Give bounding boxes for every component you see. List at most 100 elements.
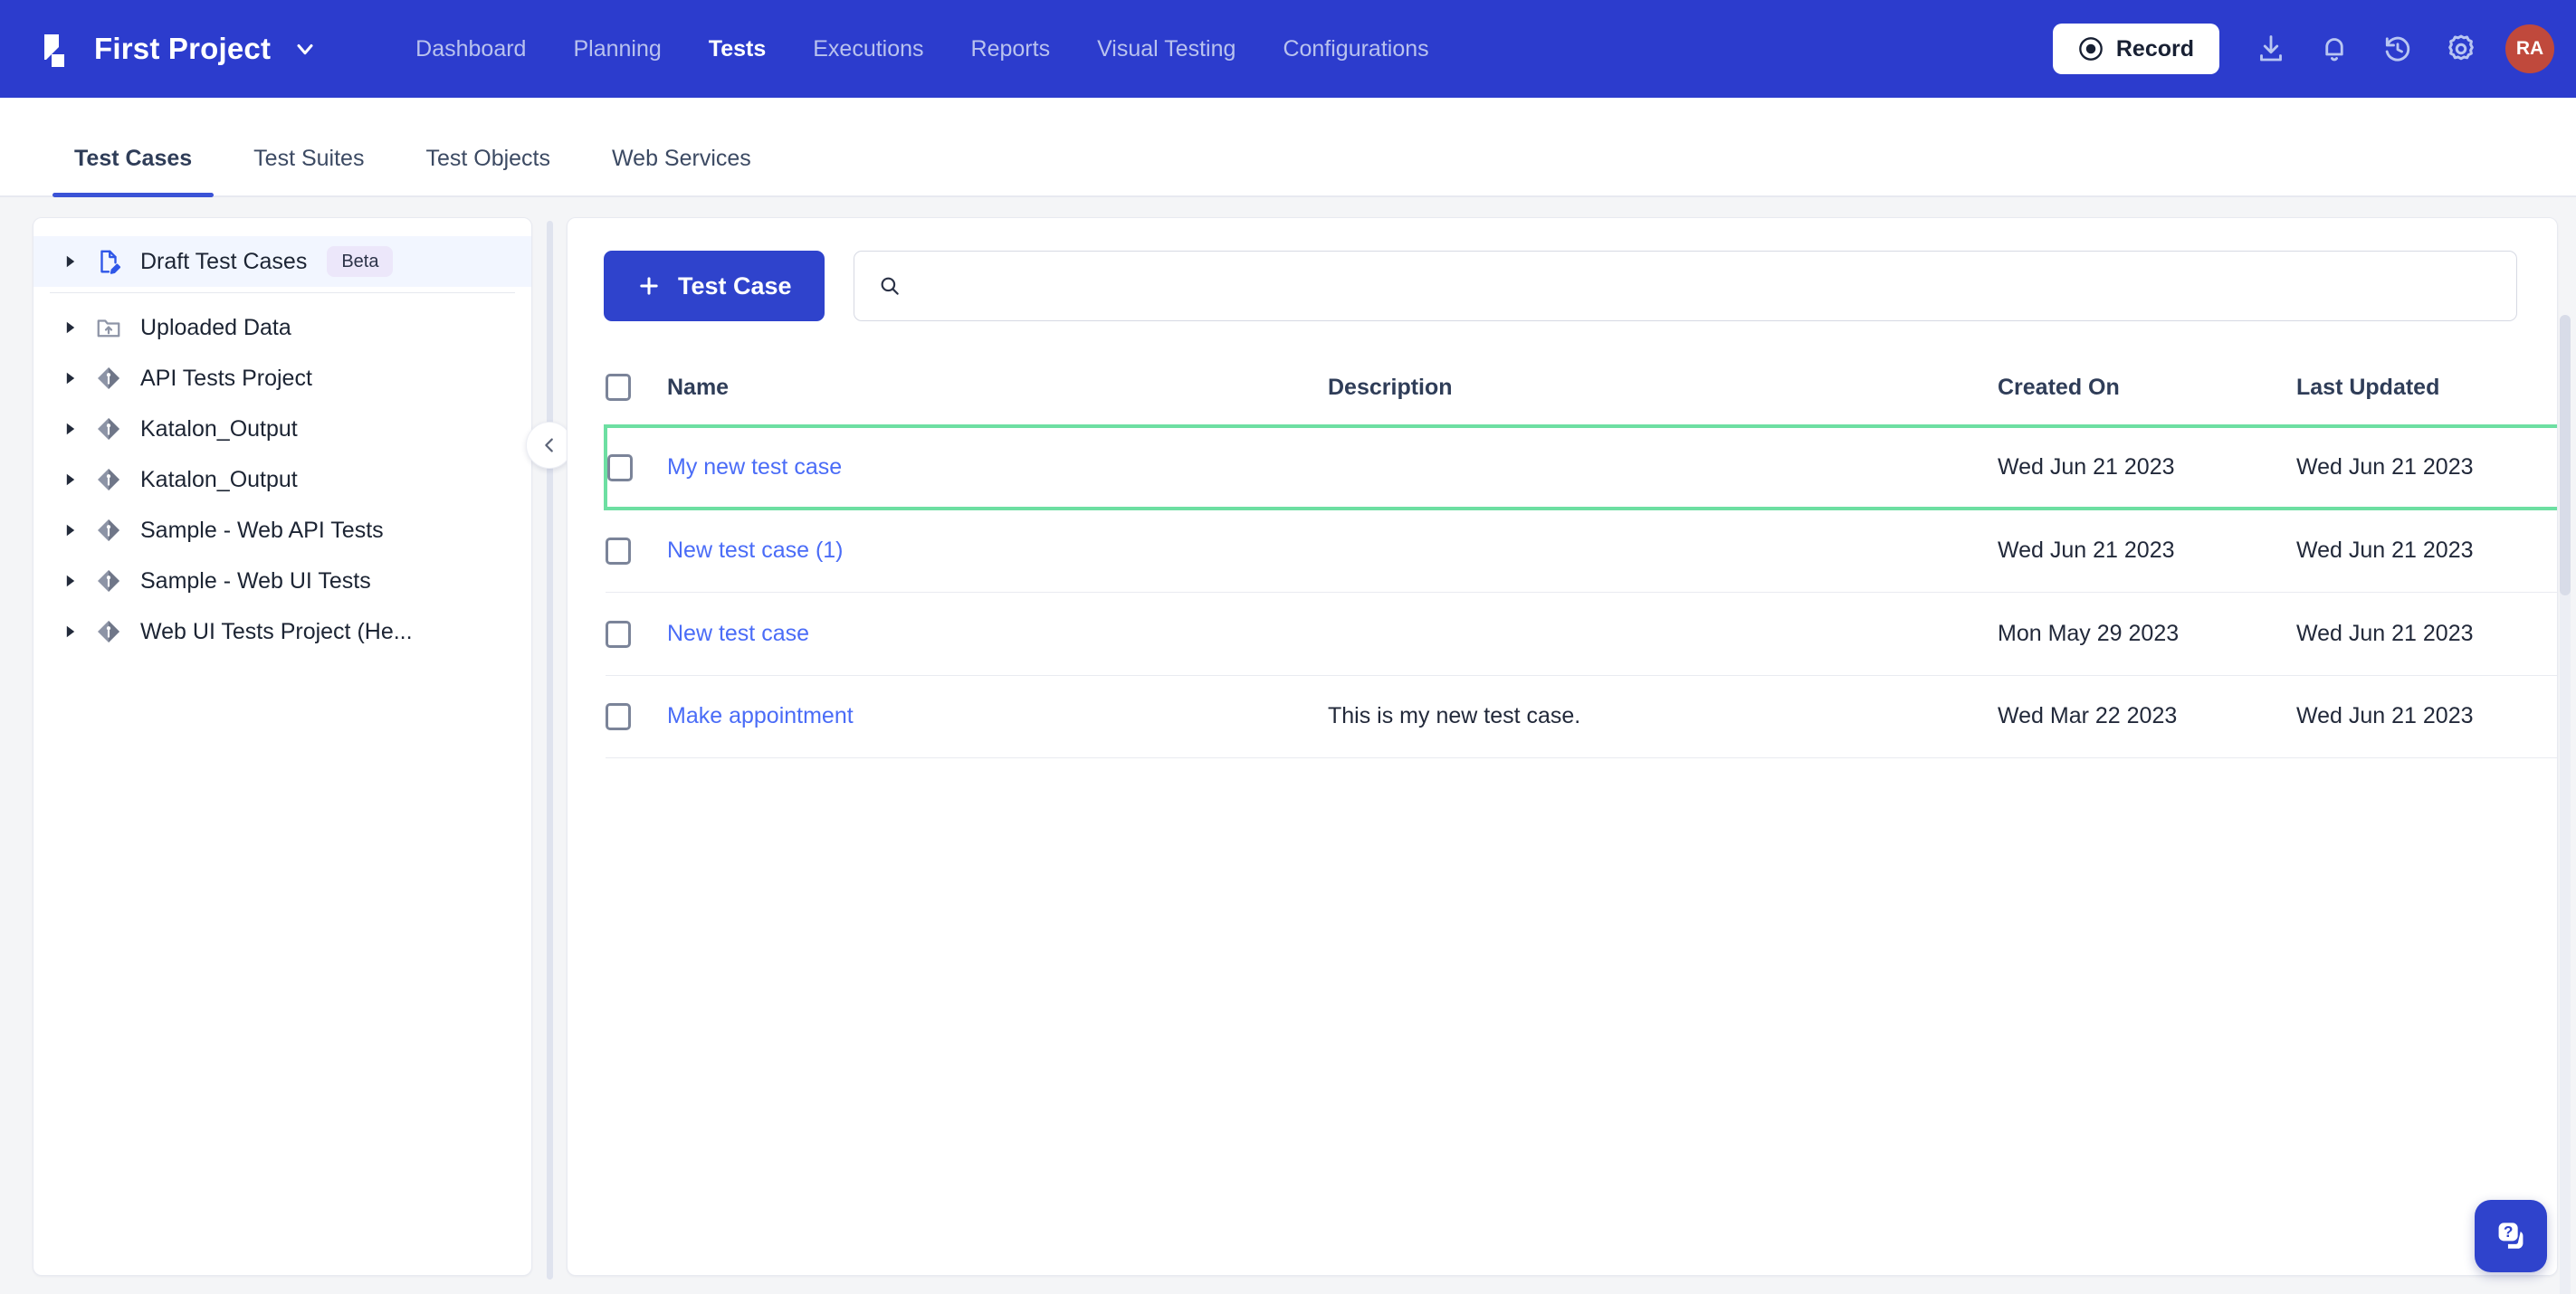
sidebar-tree-panel: Draft Test Cases Beta Uploaded Data API … bbox=[33, 217, 532, 1276]
expand-arrow-icon[interactable] bbox=[59, 372, 82, 385]
table-header-row: Name Description Created On Last Updated bbox=[606, 357, 2557, 427]
record-button[interactable]: Record bbox=[2052, 24, 2219, 74]
table-row[interactable]: My new test case Wed Jun 21 2023 Wed Jun… bbox=[604, 424, 2557, 510]
row-description-cell bbox=[1328, 592, 1998, 676]
row-description-cell bbox=[1328, 424, 1998, 510]
gear-icon[interactable] bbox=[2429, 17, 2493, 81]
row-last-updated-cell: Wed Jun 21 2023 bbox=[2296, 675, 2557, 758]
scrollbar-thumb[interactable] bbox=[2560, 315, 2571, 595]
sidebar-item-label: Uploaded Data bbox=[140, 314, 291, 340]
nav-item-reports[interactable]: Reports bbox=[948, 36, 1074, 62]
sidebar-divider bbox=[50, 292, 515, 293]
page-scrollbar[interactable] bbox=[2560, 315, 2571, 1294]
row-checkbox-cell bbox=[606, 592, 667, 676]
sidebar-resizer[interactable] bbox=[526, 217, 573, 1280]
project-gem-icon bbox=[88, 466, 129, 493]
sidebar-item-sample-web-ui-tests[interactable]: Sample - Web UI Tests bbox=[33, 556, 531, 606]
katalon-logo-icon[interactable] bbox=[31, 24, 80, 73]
sidebar-item-uploaded-data[interactable]: Uploaded Data bbox=[33, 302, 531, 353]
tab-test-cases[interactable]: Test Cases bbox=[52, 146, 215, 197]
sidebar-item-katalon-output-1[interactable]: Katalon_Output bbox=[33, 404, 531, 454]
expand-arrow-icon[interactable] bbox=[59, 255, 82, 268]
beta-badge: Beta bbox=[327, 246, 394, 277]
add-test-case-label: Test Case bbox=[678, 271, 792, 300]
file-edit-icon bbox=[88, 248, 129, 275]
search-icon bbox=[878, 274, 902, 298]
history-icon[interactable] bbox=[2366, 17, 2429, 81]
table-row[interactable]: New test case Mon May 29 2023 Wed Jun 21… bbox=[606, 592, 2557, 676]
nav-item-configurations[interactable]: Configurations bbox=[1259, 36, 1452, 62]
nav-item-planning[interactable]: Planning bbox=[549, 36, 684, 62]
row-last-updated-cell: Wed Jun 21 2023 bbox=[2296, 592, 2557, 676]
sidebar-item-label: Web UI Tests Project (He... bbox=[140, 618, 413, 644]
sidebar-item-label: Sample - Web API Tests bbox=[140, 517, 384, 543]
row-created-on-cell: Wed Mar 22 2023 bbox=[1998, 675, 2296, 758]
row-checkbox[interactable] bbox=[607, 453, 633, 481]
chevron-down-icon[interactable] bbox=[292, 36, 318, 62]
search-box[interactable] bbox=[853, 251, 2517, 321]
expand-arrow-icon[interactable] bbox=[59, 575, 82, 587]
row-created-on-cell: Wed Jun 21 2023 bbox=[1998, 508, 2296, 594]
chevron-left-icon bbox=[539, 435, 559, 455]
column-header-last-updated[interactable]: Last Updated bbox=[2296, 357, 2557, 427]
nav-item-visual-testing[interactable]: Visual Testing bbox=[1073, 36, 1259, 62]
nav-item-tests[interactable]: Tests bbox=[685, 36, 789, 62]
folder-upload-icon bbox=[88, 314, 129, 341]
test-case-link[interactable]: New test case (1) bbox=[667, 538, 844, 563]
column-header-created-on[interactable]: Created On bbox=[1998, 357, 2296, 427]
search-input[interactable] bbox=[915, 272, 2493, 300]
svg-text:?: ? bbox=[2504, 1223, 2514, 1241]
row-checkbox-cell bbox=[606, 508, 667, 594]
sidebar-item-draft-test-cases[interactable]: Draft Test Cases Beta bbox=[33, 236, 531, 287]
content-toolbar: Test Case bbox=[604, 251, 2517, 321]
row-last-updated-cell: Wed Jun 21 2023 bbox=[2296, 508, 2557, 594]
project-gem-icon bbox=[88, 365, 129, 392]
bell-icon[interactable] bbox=[2303, 17, 2366, 81]
expand-arrow-icon[interactable] bbox=[59, 473, 82, 486]
test-case-link[interactable]: Make appointment bbox=[667, 703, 854, 728]
table-row[interactable]: New test case (1) Wed Jun 21 2023 Wed Ju… bbox=[606, 508, 2557, 594]
column-header-name[interactable]: Name bbox=[667, 357, 1328, 427]
expand-arrow-icon[interactable] bbox=[59, 321, 82, 334]
tab-test-suites[interactable]: Test Suites bbox=[232, 146, 386, 195]
main-navigation: Dashboard Planning Tests Executions Repo… bbox=[392, 36, 1453, 62]
download-icon[interactable] bbox=[2239, 17, 2303, 81]
row-created-on-cell: Wed Jun 21 2023 bbox=[1998, 424, 2296, 510]
tab-web-services[interactable]: Web Services bbox=[590, 146, 773, 195]
help-chat-icon: ? bbox=[2490, 1215, 2532, 1257]
sidebar-item-label: Draft Test Cases bbox=[140, 248, 308, 274]
avatar[interactable]: RA bbox=[2505, 24, 2554, 73]
expand-arrow-icon[interactable] bbox=[59, 625, 82, 638]
sub-tab-bar: Test Cases Test Suites Test Objects Web … bbox=[0, 98, 2576, 197]
sidebar-item-sample-web-api-tests[interactable]: Sample - Web API Tests bbox=[33, 505, 531, 556]
project-gem-icon bbox=[88, 618, 129, 645]
nav-item-dashboard[interactable]: Dashboard bbox=[392, 36, 549, 62]
plus-icon bbox=[636, 273, 662, 299]
table-row[interactable]: Make appointment This is my new test cas… bbox=[606, 675, 2557, 758]
test-case-link[interactable]: New test case bbox=[667, 621, 809, 646]
test-case-link[interactable]: My new test case bbox=[667, 454, 842, 480]
sidebar-item-katalon-output-2[interactable]: Katalon_Output bbox=[33, 454, 531, 505]
row-checkbox[interactable] bbox=[606, 620, 631, 648]
record-circle-icon bbox=[2078, 36, 2104, 62]
expand-arrow-icon[interactable] bbox=[59, 423, 82, 435]
expand-arrow-icon[interactable] bbox=[59, 524, 82, 537]
record-button-label: Record bbox=[2115, 35, 2194, 62]
row-name-cell: New test case bbox=[667, 592, 1328, 676]
row-checkbox[interactable] bbox=[606, 538, 631, 566]
nav-item-executions[interactable]: Executions bbox=[789, 36, 947, 62]
row-checkbox[interactable] bbox=[606, 702, 631, 730]
sidebar-item-label: Katalon_Output bbox=[140, 415, 298, 442]
sidebar-item-web-ui-tests-project[interactable]: Web UI Tests Project (He... bbox=[33, 606, 531, 657]
sidebar-item-label: Sample - Web UI Tests bbox=[140, 567, 371, 594]
test-cases-table: Name Description Created On Last Updated… bbox=[604, 357, 2557, 758]
divider bbox=[546, 221, 553, 1280]
help-chat-button[interactable]: ? bbox=[2475, 1200, 2547, 1272]
column-header-description[interactable]: Description bbox=[1328, 357, 1998, 427]
add-test-case-button[interactable]: Test Case bbox=[604, 251, 825, 321]
sidebar-item-api-tests-project[interactable]: API Tests Project bbox=[33, 353, 531, 404]
row-checkbox-cell bbox=[604, 424, 667, 510]
tab-test-objects[interactable]: Test Objects bbox=[404, 146, 572, 195]
select-all-checkbox[interactable] bbox=[606, 374, 631, 402]
project-gem-icon bbox=[88, 517, 129, 544]
